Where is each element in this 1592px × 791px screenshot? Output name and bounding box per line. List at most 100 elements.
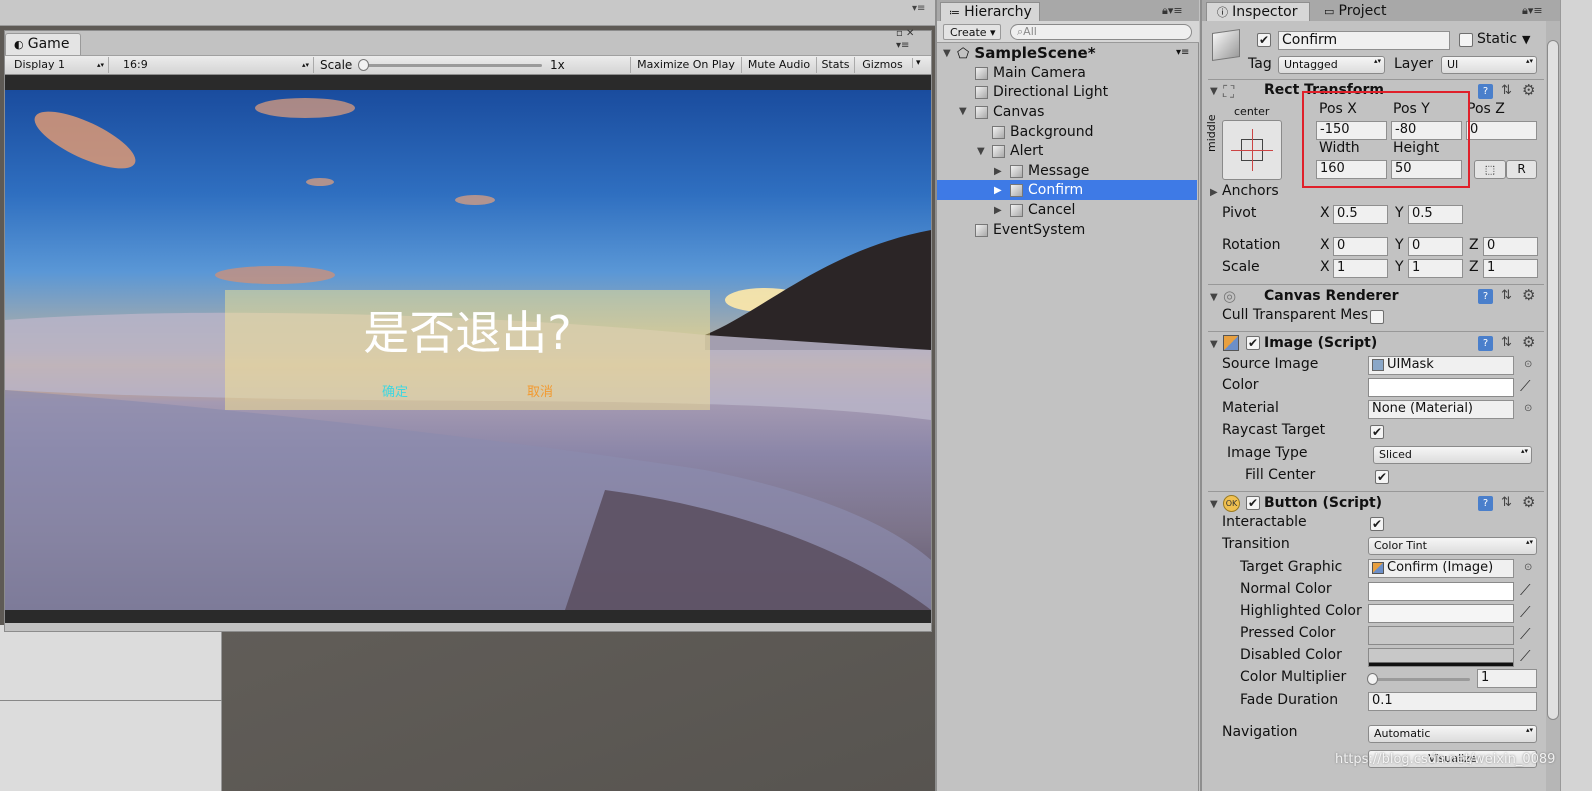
- eyedropper-icon[interactable]: ⟋: [1520, 625, 1531, 643]
- disabled-color-swatch[interactable]: [1368, 648, 1514, 667]
- hierarchy-item-alert[interactable]: Alert: [992, 141, 1043, 161]
- active-checkbox[interactable]: ✔: [1257, 33, 1271, 47]
- static-dropdown-icon[interactable]: ▼: [1522, 33, 1530, 46]
- normal-color-swatch[interactable]: [1368, 582, 1514, 601]
- hierarchy-item-canvas[interactable]: Canvas: [975, 102, 1044, 122]
- material-field[interactable]: None (Material): [1368, 400, 1514, 419]
- eyedropper-icon[interactable]: ⟋: [1520, 647, 1531, 665]
- pivot-y-field[interactable]: 0.5: [1408, 205, 1463, 224]
- hierarchy-item-main-camera[interactable]: Main Camera: [975, 63, 1086, 83]
- scale-slider-track[interactable]: [360, 64, 542, 67]
- hierarchy-item-confirm[interactable]: Confirm: [1010, 180, 1083, 200]
- rotation-y-field[interactable]: 0: [1408, 237, 1463, 256]
- rect-transform-expand-arrow[interactable]: ▼: [1210, 86, 1218, 97]
- help-icon[interactable]: ?: [1478, 496, 1493, 511]
- color-multiplier-field[interactable]: 1: [1477, 669, 1537, 688]
- anchor-presets-button[interactable]: [1222, 120, 1282, 180]
- inspector-tab[interactable]: ⓘ Inspector: [1206, 2, 1310, 21]
- interactable-checkbox[interactable]: ✔: [1370, 517, 1384, 531]
- image-enabled-checkbox[interactable]: ✔: [1246, 336, 1260, 350]
- hierarchy-tab[interactable]: ≔ Hierarchy: [940, 2, 1040, 21]
- target-graphic-field[interactable]: Confirm (Image): [1368, 559, 1514, 578]
- cancel-expand-arrow[interactable]: ▶: [994, 205, 1002, 216]
- hierarchy-item-cancel[interactable]: Cancel: [1010, 200, 1075, 220]
- scale-x-field[interactable]: 1: [1333, 259, 1388, 278]
- scene-root[interactable]: ⬠ SampleScene*: [957, 43, 1096, 63]
- color-swatch[interactable]: [1368, 378, 1514, 397]
- rotation-z-field[interactable]: 0: [1483, 237, 1538, 256]
- image-expand-arrow[interactable]: ▼: [1210, 339, 1218, 350]
- scale-y-field[interactable]: 1: [1408, 259, 1463, 278]
- pos-z-field[interactable]: 0: [1466, 121, 1537, 140]
- object-name-field[interactable]: Confirm: [1278, 31, 1450, 50]
- object-picker-icon[interactable]: ⊙: [1524, 359, 1532, 370]
- color-multiplier-slider-track[interactable]: [1370, 678, 1470, 681]
- alert-expand-arrow[interactable]: ▼: [977, 146, 985, 157]
- help-icon[interactable]: ?: [1478, 289, 1493, 304]
- top-strip-menu-icon[interactable]: ▾≡: [912, 3, 925, 14]
- help-icon[interactable]: ?: [1478, 336, 1493, 351]
- project-tab[interactable]: ▭ Project: [1316, 2, 1416, 21]
- cull-transparent-checkbox[interactable]: [1370, 310, 1384, 324]
- layer-dropdown[interactable]: UI: [1441, 56, 1537, 74]
- confirm-button[interactable]: 确定: [370, 381, 420, 400]
- hierarchy-item-eventsystem[interactable]: EventSystem: [975, 220, 1085, 240]
- scale-slider-thumb[interactable]: [358, 59, 369, 71]
- eyedropper-icon[interactable]: ⟋: [1520, 581, 1531, 599]
- navigation-dropdown[interactable]: Automatic: [1368, 725, 1537, 743]
- presets-icon[interactable]: ⇅: [1501, 83, 1512, 98]
- stats-button[interactable]: Stats: [816, 57, 854, 73]
- anchors-expand-arrow[interactable]: ▶: [1210, 187, 1218, 198]
- button-expand-arrow[interactable]: ▼: [1210, 499, 1218, 510]
- object-picker-icon[interactable]: ⊙: [1524, 403, 1532, 414]
- presets-icon[interactable]: ⇅: [1501, 288, 1512, 303]
- rotation-x-field[interactable]: 0: [1333, 237, 1388, 256]
- anchors-label[interactable]: Anchors: [1222, 183, 1279, 199]
- maximize-on-play-button[interactable]: Maximize On Play: [630, 57, 741, 73]
- gear-icon[interactable]: ⚙: [1522, 286, 1535, 304]
- tag-dropdown[interactable]: Untagged: [1278, 56, 1385, 74]
- fill-center-checkbox[interactable]: ✔: [1375, 470, 1389, 484]
- mute-audio-button[interactable]: Mute Audio: [741, 57, 816, 73]
- presets-icon[interactable]: ⇅: [1501, 335, 1512, 350]
- scale-z-field[interactable]: 1: [1483, 259, 1538, 278]
- gizmos-button[interactable]: Gizmos: [854, 57, 910, 73]
- gear-icon[interactable]: ⚙: [1522, 333, 1535, 351]
- scene-menu-icon[interactable]: ▾≡: [1176, 47, 1189, 58]
- confirm-expand-arrow[interactable]: ▶: [994, 185, 1002, 196]
- gizmos-dropdown-icon[interactable]: ▾: [912, 58, 921, 68]
- eyedropper-icon[interactable]: ⟋: [1520, 377, 1531, 395]
- canvas-expand-arrow[interactable]: ▼: [959, 106, 967, 117]
- image-type-dropdown[interactable]: Sliced: [1373, 446, 1532, 464]
- pivot-x-field[interactable]: 0.5: [1333, 205, 1388, 224]
- object-picker-icon[interactable]: ⊙: [1524, 562, 1532, 573]
- scene-expand-arrow[interactable]: ▼: [943, 48, 951, 59]
- display-dropdown[interactable]: Display 1 ▴▾: [9, 57, 109, 73]
- color-multiplier-slider-thumb[interactable]: [1367, 673, 1378, 685]
- inspector-scrollbar-thumb[interactable]: [1547, 40, 1559, 720]
- canvas-renderer-expand-arrow[interactable]: ▼: [1210, 292, 1218, 303]
- source-image-field[interactable]: UIMask: [1368, 356, 1514, 375]
- gear-icon[interactable]: ⚙: [1522, 493, 1535, 511]
- raycast-target-checkbox[interactable]: ✔: [1370, 425, 1384, 439]
- game-window-controls[interactable]: ▫ ✕ ▾≡: [896, 28, 914, 52]
- static-checkbox[interactable]: [1459, 33, 1473, 47]
- presets-icon[interactable]: ⇅: [1501, 495, 1512, 510]
- inspector-lock-icon[interactable]: 🔒︎▾≡: [1522, 4, 1543, 18]
- message-expand-arrow[interactable]: ▶: [994, 166, 1002, 177]
- hierarchy-search-input[interactable]: ⌕All: [1010, 24, 1192, 40]
- game-tab[interactable]: ◐ Game: [5, 33, 81, 55]
- button-enabled-checkbox[interactable]: ✔: [1246, 496, 1260, 510]
- hierarchy-item-directional-light[interactable]: Directional Light: [975, 82, 1108, 102]
- gear-icon[interactable]: ⚙: [1522, 81, 1535, 99]
- help-icon[interactable]: ?: [1478, 84, 1493, 99]
- create-dropdown[interactable]: Create ▾: [943, 24, 1001, 40]
- eyedropper-icon[interactable]: ⟋: [1520, 603, 1531, 621]
- highlighted-color-swatch[interactable]: [1368, 604, 1514, 623]
- blueprint-mode-button[interactable]: ⬚: [1474, 160, 1506, 179]
- aspect-dropdown[interactable]: 16:9 ▴▾: [118, 57, 314, 73]
- cancel-button[interactable]: 取消: [515, 381, 565, 400]
- pressed-color-swatch[interactable]: [1368, 626, 1514, 645]
- transition-dropdown[interactable]: Color Tint: [1368, 537, 1537, 555]
- raw-edit-button[interactable]: R: [1506, 160, 1537, 179]
